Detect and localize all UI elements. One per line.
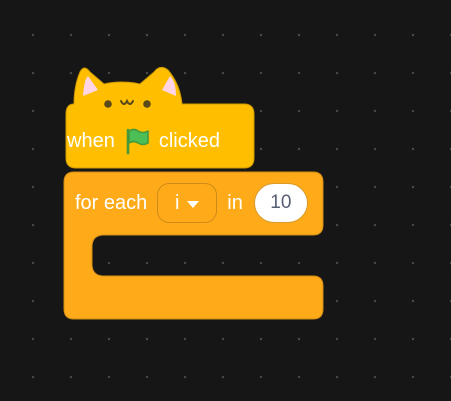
cat-eye-right [143, 100, 151, 108]
in-label: in [227, 191, 243, 214]
cat-eye-left [104, 100, 112, 108]
count-input[interactable]: 10 [253, 183, 308, 223]
code-workspace[interactable]: when clicked for each i in 10 [0, 0, 451, 401]
for-each-label: for each [75, 191, 148, 214]
variable-dropdown[interactable]: i [157, 183, 218, 223]
for-each-row: for each i in 10 [67, 180, 308, 226]
dropdown-arrow-icon [187, 201, 200, 208]
variable-name: i [175, 191, 180, 214]
when-label: when [67, 129, 115, 152]
clicked-label: clicked [158, 129, 220, 152]
green-flag-icon [123, 127, 151, 155]
hat-block-row: when clicked [67, 118, 220, 164]
